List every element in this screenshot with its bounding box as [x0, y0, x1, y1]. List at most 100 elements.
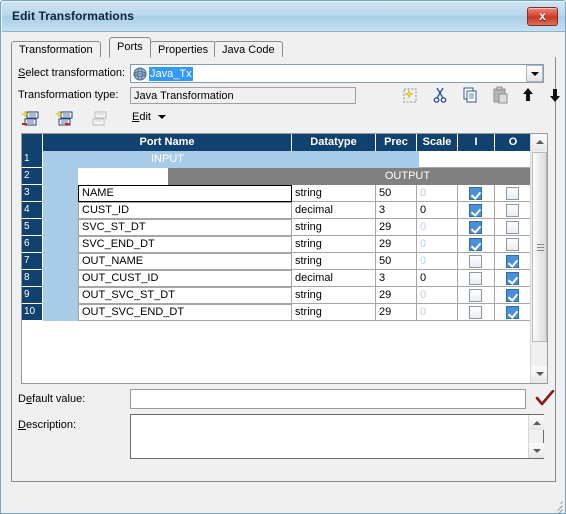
tab-properties[interactable]: Properties	[150, 41, 217, 58]
checkbox-output[interactable]	[506, 221, 519, 234]
cell-prec[interactable]: 29	[376, 304, 417, 321]
grid-header-prec[interactable]: Prec	[376, 134, 417, 151]
row-number[interactable]: 9	[22, 287, 43, 304]
grid-header-o[interactable]: O	[495, 134, 531, 151]
row-number[interactable]: 3	[22, 185, 43, 202]
cell-prec[interactable]: 50	[376, 253, 417, 270]
desc-scroll-up-button[interactable]	[529, 415, 544, 430]
checkbox-input-cell[interactable]	[458, 219, 495, 236]
checkbox-input[interactable]	[469, 272, 482, 285]
tab-transformation[interactable]: Transformation	[11, 41, 101, 58]
table-row-output-band[interactable]: OUTPUT	[43, 168, 531, 185]
output-band-editor[interactable]	[78, 168, 168, 185]
grid-header-port-name[interactable]: Port Name	[43, 134, 292, 151]
cell-scale[interactable]: 0	[417, 185, 458, 202]
cell-scale[interactable]: 0	[417, 253, 458, 270]
cell-scale[interactable]: 0	[417, 270, 458, 287]
checkbox-output[interactable]	[506, 238, 519, 251]
cell-port-name[interactable]: SVC_ST_DT	[78, 219, 292, 236]
checkbox-input[interactable]	[469, 255, 482, 268]
scrollbar-thumb[interactable]	[532, 152, 547, 342]
table-row[interactable]: OUT_SVC_ST_DT string 29 0	[43, 287, 531, 304]
cell-prec[interactable]: 3	[376, 202, 417, 219]
cut-icon[interactable]	[430, 85, 450, 105]
cell-port-name[interactable]: OUT_SVC_ST_DT	[78, 287, 292, 304]
cell-datatype[interactable]: string	[292, 287, 376, 304]
checkbox-input-cell[interactable]	[458, 202, 495, 219]
table-row-input-band[interactable]: INPUT	[43, 151, 531, 168]
cell-datatype[interactable]: string	[292, 236, 376, 253]
cell-prec[interactable]: 50	[376, 185, 417, 202]
move-up-icon[interactable]	[518, 85, 538, 105]
description-scrollbar[interactable]	[528, 415, 544, 458]
ports-grid[interactable]: Port Name Datatype Prec Scale I O 1 INPU…	[21, 133, 548, 384]
move-down-icon[interactable]	[545, 85, 565, 105]
checkbox-input[interactable]	[469, 221, 482, 234]
select-transformation-combo[interactable]: Java_Tx	[130, 64, 544, 83]
cell-datatype[interactable]: string	[292, 185, 376, 202]
checkbox-input-cell[interactable]	[458, 270, 495, 287]
scroll-down-button[interactable]	[531, 366, 547, 383]
tab-ports[interactable]: Ports	[109, 37, 151, 58]
checkbox-output[interactable]	[506, 272, 519, 285]
table-row[interactable]: OUT_CUST_ID decimal 3 0	[43, 270, 531, 287]
row-number[interactable]: 5	[22, 219, 43, 236]
cell-prec[interactable]: 3	[376, 270, 417, 287]
grid-header-datatype[interactable]: Datatype	[292, 134, 376, 151]
grid-vertical-scrollbar[interactable]	[530, 134, 547, 383]
cell-port-name[interactable]: OUT_CUST_ID	[78, 270, 292, 287]
checkbox-output-cell[interactable]	[495, 202, 531, 219]
cell-scale[interactable]: 0	[417, 202, 458, 219]
validate-checkmark-icon[interactable]	[535, 390, 555, 408]
table-row[interactable]: SVC_ST_DT string 29 0	[43, 219, 531, 236]
checkbox-input[interactable]	[469, 289, 482, 302]
default-value-input[interactable]	[130, 389, 526, 409]
checkbox-input-cell[interactable]	[458, 253, 495, 270]
cell-port-name[interactable]: CUST_ID	[78, 202, 292, 219]
checkbox-output[interactable]	[506, 306, 519, 319]
copy-icon[interactable]	[460, 85, 480, 105]
cell-datatype[interactable]: decimal	[292, 270, 376, 287]
checkbox-input-cell[interactable]	[458, 185, 495, 202]
row-number[interactable]: 4	[22, 202, 43, 219]
table-row[interactable]: NAME string 50 0	[43, 185, 531, 202]
add-output-port-icon[interactable]	[54, 109, 76, 129]
cell-prec[interactable]: 29	[376, 236, 417, 253]
row-number[interactable]: 7	[22, 253, 43, 270]
cell-scale[interactable]: 0	[417, 287, 458, 304]
cell-datatype[interactable]: string	[292, 253, 376, 270]
checkbox-input[interactable]	[469, 204, 482, 217]
cell-port-name[interactable]: NAME	[78, 185, 292, 202]
row-number[interactable]: 6	[22, 236, 43, 253]
cell-scale[interactable]: 0	[417, 236, 458, 253]
checkbox-input[interactable]	[469, 238, 482, 251]
grid-header-scale[interactable]: Scale	[417, 134, 458, 151]
checkbox-input-cell[interactable]	[458, 304, 495, 321]
checkbox-output-cell[interactable]	[495, 253, 531, 270]
cell-datatype[interactable]: string	[292, 219, 376, 236]
checkbox-output[interactable]	[506, 289, 519, 302]
checkbox-output[interactable]	[506, 187, 519, 200]
cell-port-name[interactable]: SVC_END_DT	[78, 236, 292, 253]
cell-port-name[interactable]: OUT_NAME	[78, 253, 292, 270]
scroll-up-button[interactable]	[531, 134, 547, 151]
tab-java-code[interactable]: Java Code	[214, 41, 283, 58]
checkbox-output-cell[interactable]	[495, 236, 531, 253]
checkbox-output-cell[interactable]	[495, 287, 531, 304]
add-input-port-icon[interactable]	[20, 109, 42, 129]
checkbox-output[interactable]	[506, 204, 519, 217]
description-textarea[interactable]	[130, 414, 544, 459]
cell-datatype[interactable]: string	[292, 304, 376, 321]
checkbox-output-cell[interactable]	[495, 185, 531, 202]
table-row[interactable]: OUT_SVC_END_DT string 29 0	[43, 304, 531, 321]
desc-scroll-down-button[interactable]	[529, 443, 544, 458]
checkbox-output[interactable]	[506, 255, 519, 268]
new-icon[interactable]	[400, 85, 420, 105]
cell-port-name[interactable]: OUT_SVC_END_DT	[78, 304, 292, 321]
resize-grip-icon[interactable]	[551, 499, 563, 513]
checkbox-input-cell[interactable]	[458, 236, 495, 253]
checkbox-output-cell[interactable]	[495, 219, 531, 236]
cell-scale[interactable]: 0	[417, 219, 458, 236]
table-row[interactable]: OUT_NAME string 50 0	[43, 253, 531, 270]
edit-menu-button[interactable]: Edit	[132, 111, 167, 123]
